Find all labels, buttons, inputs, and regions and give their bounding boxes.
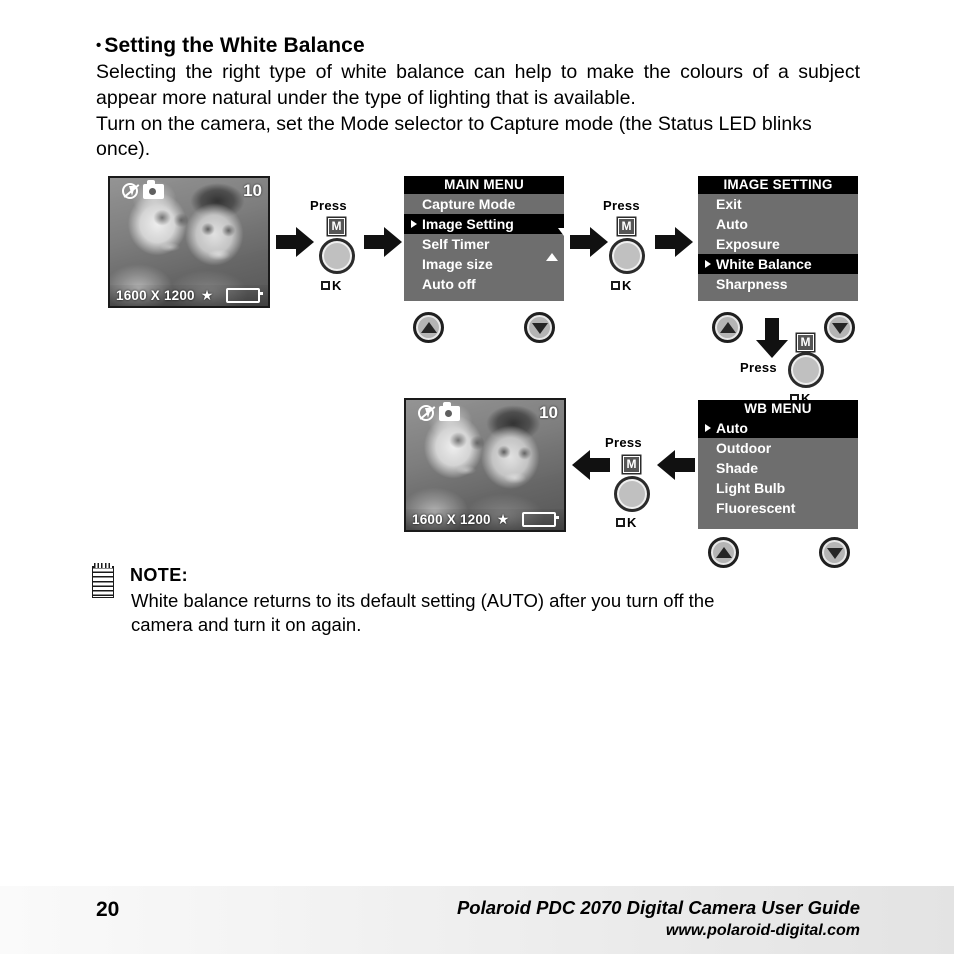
page-footer: 20 Polaroid PDC 2070 Digital Camera User… (0, 886, 954, 954)
flash-off-icon (418, 405, 434, 421)
intro-line-2: Turn on the camera, set the Mode selecto… (96, 112, 812, 161)
main-menu-item-capture-mode[interactable]: Capture Mode (404, 194, 564, 214)
nav-up-button-wb-menu[interactable] (708, 537, 739, 568)
press-m-button-group-4: Press M K (605, 420, 665, 530)
note-line-2: camera and turn it on again. (131, 614, 362, 635)
press-label-1: Press (310, 198, 347, 213)
image-setting-menu-title: IMAGE SETTING (698, 176, 858, 194)
nav-down-button-main-menu[interactable] (524, 312, 555, 343)
main-menu-item-self-timer[interactable]: Self Timer (404, 234, 564, 254)
image-setting-menu-panel: IMAGE SETTING Exit Auto Exposure White B… (698, 176, 858, 301)
mode-button-3[interactable] (788, 352, 824, 388)
resolution-label-2: 1600 X 1200 (412, 512, 491, 527)
camera-lcd-preview-top: 10 1600 X 1200 ★ (108, 176, 270, 308)
bullet-glyph: • (96, 37, 102, 54)
camera-mode-icon (143, 179, 164, 199)
intro-paragraph: Selecting the right type of white balanc… (96, 60, 860, 163)
scroll-down-triangle-icon (558, 228, 570, 253)
mode-m-badge-4: M (623, 456, 640, 473)
wb-menu-item-auto[interactable]: Auto (698, 418, 858, 438)
main-menu-item-image-setting[interactable]: Image Setting (404, 214, 564, 234)
wb-menu-item-light-bulb[interactable]: Light Bulb (698, 478, 858, 498)
page-title: • Setting the White Balance (96, 34, 365, 58)
lcd-status-bottom-2: 1600 X 1200 ★ (406, 509, 564, 530)
wb-menu-title: WB MENU (698, 400, 858, 418)
wb-menu-item-fluorescent[interactable]: Fluorescent (698, 498, 858, 518)
wb-menu-item-shade[interactable]: Shade (698, 458, 858, 478)
main-menu-item-auto-off[interactable]: Auto off (404, 274, 564, 294)
image-setting-item-auto[interactable]: Auto (698, 214, 858, 234)
mode-m-badge-2: M (618, 218, 635, 235)
note-title: NOTE: (130, 565, 188, 585)
footer-url[interactable]: www.polaroid-digital.com (666, 922, 860, 940)
press-m-button-group-1: Press M K (310, 196, 370, 293)
image-setting-item-exit[interactable]: Exit (698, 194, 858, 214)
intro-line-1: Selecting the right type of white balanc… (96, 61, 860, 109)
up-triangle-icon (420, 321, 437, 333)
mode-m-badge-1: M (328, 218, 345, 235)
mode-button-1[interactable] (319, 238, 355, 274)
lcd-status-top: 10 (110, 178, 268, 202)
ok-label-2: K (611, 278, 632, 293)
manual-page: • Setting the White Balance Selecting the… (0, 0, 954, 954)
up-triangle-icon (719, 321, 736, 333)
main-menu-scroll-indicator (546, 228, 570, 261)
scroll-up-triangle-icon (546, 236, 558, 261)
up-triangle-icon (715, 546, 732, 558)
nav-up-button-main-menu[interactable] (413, 312, 444, 343)
shots-remaining-count: 10 (243, 181, 262, 200)
main-menu-title: MAIN MENU (404, 176, 564, 194)
ok-square-icon-2 (611, 281, 620, 290)
image-setting-item-exposure[interactable]: Exposure (698, 234, 858, 254)
mode-button-2[interactable] (609, 238, 645, 274)
flow-arrow-left-2 (657, 450, 697, 480)
footer-title: Polaroid PDC 2070 Digital Camera User Gu… (456, 897, 860, 918)
lcd-status-bottom: 1600 X 1200 ★ (110, 285, 268, 306)
main-menu-panel: MAIN MENU Capture Mode Image Setting Sel… (404, 176, 570, 301)
ok-square-icon-4 (616, 518, 625, 527)
press-label-2: Press (603, 198, 640, 213)
press-label-4: Press (605, 435, 642, 450)
mode-button-4[interactable] (614, 476, 650, 512)
mode-m-badge-3: M (797, 334, 814, 351)
flash-off-icon (122, 183, 138, 199)
image-setting-item-white-balance[interactable]: White Balance (698, 254, 858, 274)
press-label-3: Press (740, 360, 777, 375)
nav-down-button-wb-menu[interactable] (819, 537, 850, 568)
resolution-label: 1600 X 1200 (116, 288, 195, 303)
press-m-button-group-3: Press M K (740, 330, 850, 406)
flow-arrow-right-4 (655, 227, 695, 257)
ok-label-4: K (616, 515, 637, 530)
camera-mode-icon (439, 401, 460, 421)
battery-icon-2 (522, 512, 559, 527)
wb-menu-item-outdoor[interactable]: Outdoor (698, 438, 858, 458)
note-line-1: White balance returns to its default set… (131, 590, 715, 611)
camera-lcd-preview-bottom: 10 1600 X 1200 ★ (404, 398, 566, 532)
ok-square-icon-1 (321, 281, 330, 290)
down-triangle-icon (826, 547, 843, 559)
flow-arrow-right-2 (364, 227, 404, 257)
shots-remaining-count-2: 10 (539, 403, 558, 422)
press-m-button-group-2: Press M K (600, 196, 660, 293)
lcd-status-top-2: 10 (406, 400, 564, 424)
quality-star-icon-2: ★ (496, 511, 510, 527)
battery-icon (226, 288, 263, 303)
ok-label-1: K (321, 278, 342, 293)
down-triangle-icon (531, 322, 548, 334)
image-setting-item-sharpness[interactable]: Sharpness (698, 274, 858, 294)
page-number: 20 (96, 898, 120, 921)
note-pad-icon (92, 563, 114, 598)
note-body: White balance returns to its default set… (131, 589, 860, 637)
nav-up-button-image-setting[interactable] (712, 312, 743, 343)
page-title-text: Setting the White Balance (104, 34, 365, 57)
wb-menu-panel: WB MENU Auto Outdoor Shade Light Bulb Fl… (698, 400, 858, 529)
quality-star-icon: ★ (200, 287, 214, 303)
main-menu-item-image-size[interactable]: Image size (404, 254, 564, 274)
